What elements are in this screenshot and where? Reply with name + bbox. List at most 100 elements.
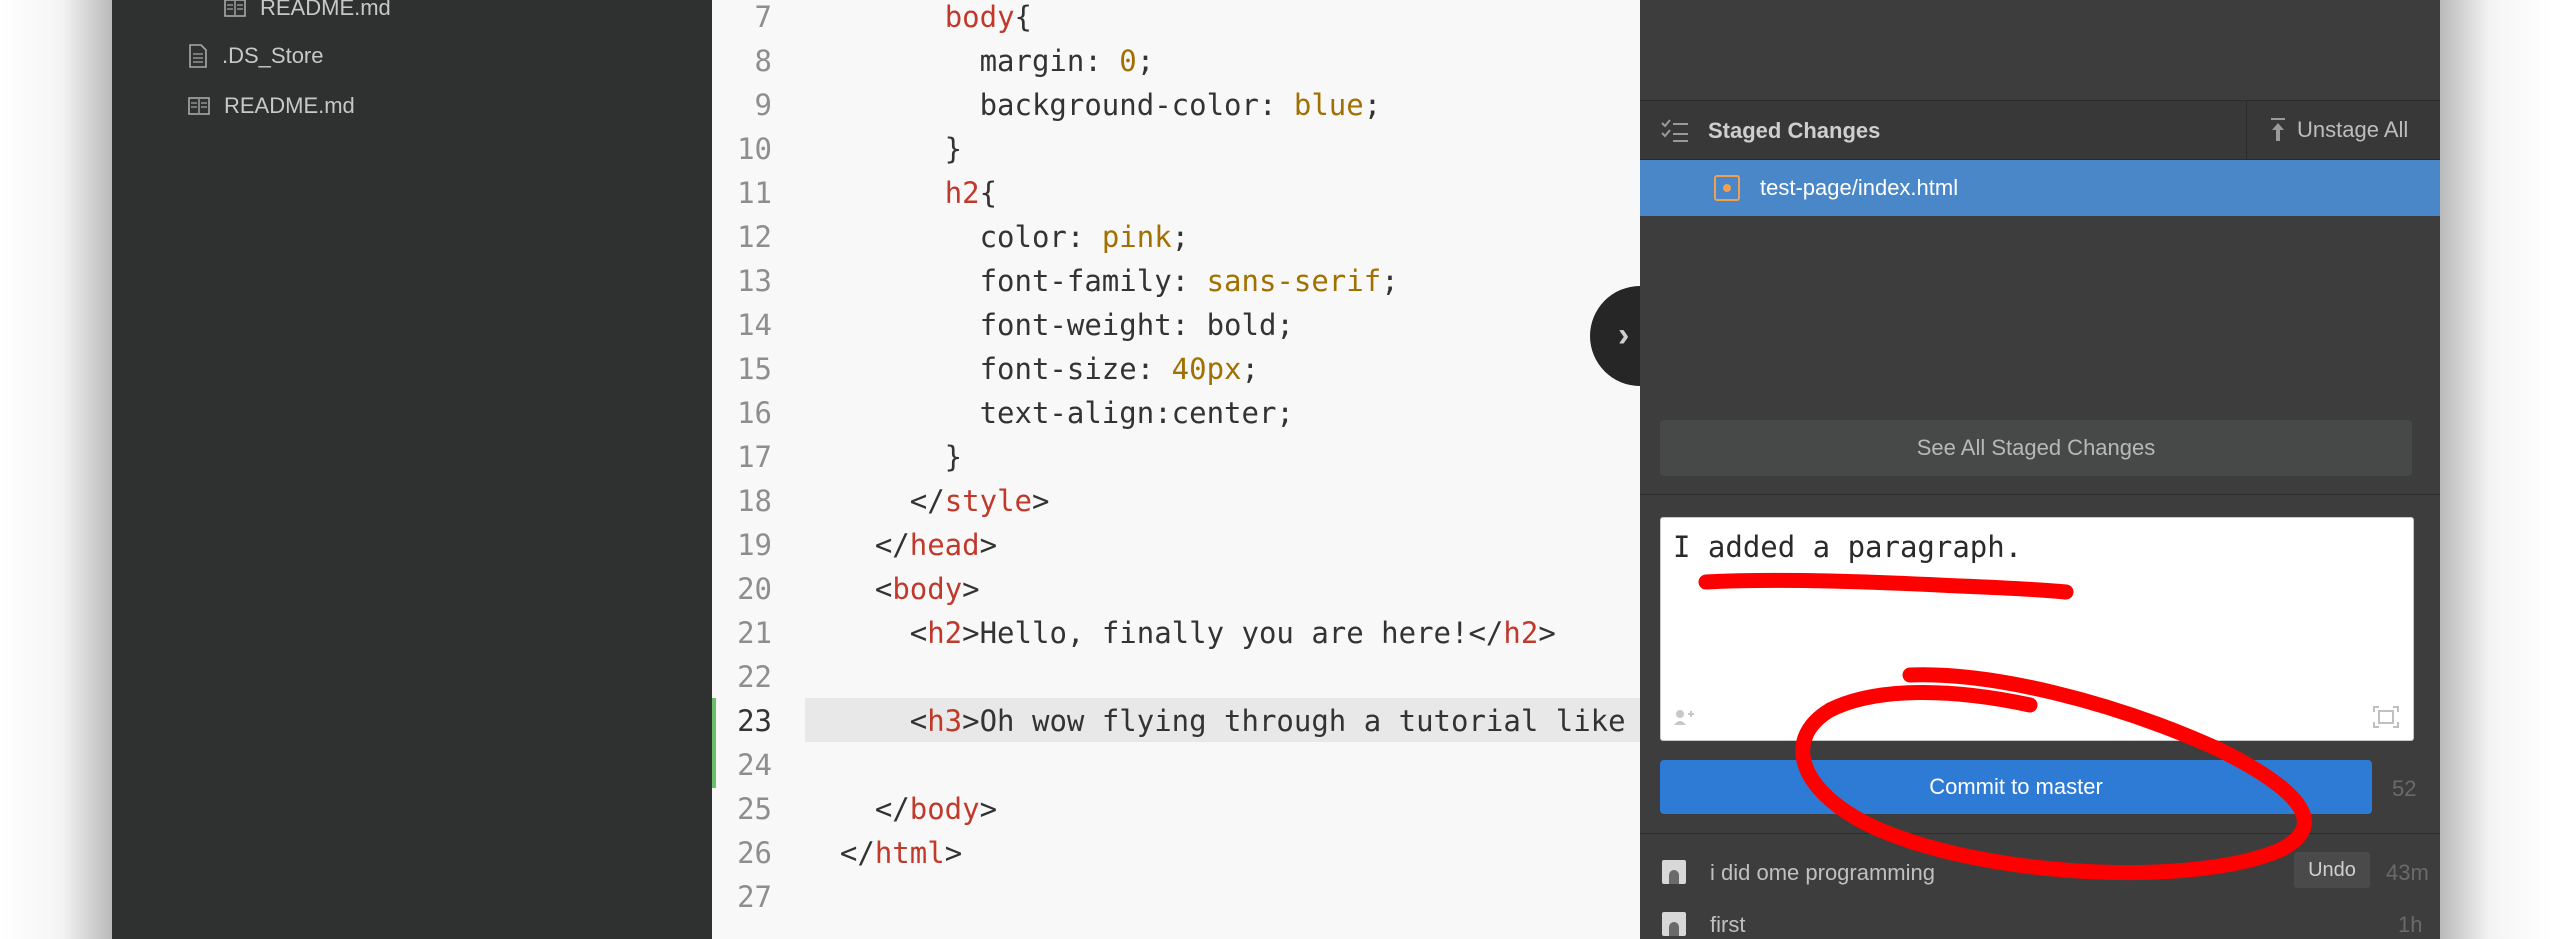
code-line[interactable]: 14 font-weight: bold;	[712, 303, 1640, 347]
code-token: style	[944, 484, 1032, 518]
code-token: >	[979, 792, 998, 826]
code-line[interactable]: 26 </html>	[712, 831, 1640, 875]
code-text: font-weight: bold;	[805, 303, 1294, 347]
see-all-staged-button[interactable]: See All Staged Changes	[1660, 420, 2412, 476]
code-token: h2	[927, 616, 963, 650]
code-line[interactable]: 27	[712, 875, 1640, 919]
divider	[1640, 833, 2440, 834]
file-tree-item[interactable]: README.md	[188, 86, 355, 126]
code-text: background-color: blue;	[805, 83, 1382, 127]
staged-file-name: test-page/index.html	[1760, 175, 1959, 200]
code-token: ;	[1381, 264, 1399, 298]
code-line[interactable]: 22	[712, 655, 1640, 699]
code-token: <	[805, 704, 928, 738]
commit-time: 1h	[2398, 912, 2423, 937]
line-number: 26	[737, 836, 772, 870]
code-text: <h3>Oh wow flying through a tutorial lik…	[805, 699, 1661, 743]
arrow-up-icon	[2271, 118, 2285, 141]
code-line[interactable]: 23 <h3>Oh wow flying through a tutorial …	[712, 699, 1660, 743]
file-tree-item[interactable]: README.md	[224, 0, 391, 28]
chevron-right-icon: ›	[1618, 316, 1630, 354]
code-line[interactable]: 17 }	[712, 435, 1640, 479]
staged-changes-header: Staged Changes Unstage All	[1640, 101, 2440, 160]
code-token: ;	[1241, 352, 1259, 386]
file-name: README.md	[260, 0, 391, 20]
code-line[interactable]: 9 background-color: blue;	[712, 83, 1640, 127]
code-line[interactable]: 12 color: pink;	[712, 215, 1640, 259]
code-line[interactable]: 13 font-family: sans-serif;	[712, 259, 1640, 303]
commit-button[interactable]: Commit to master	[1660, 760, 2372, 814]
unstage-all-button[interactable]: Unstage All	[2246, 101, 2440, 159]
line-number: 27	[737, 880, 772, 914]
avatar	[1662, 860, 1686, 884]
code-line[interactable]: 25 </body>	[712, 787, 1640, 831]
code-token: }	[805, 132, 963, 166]
commit-message-input[interactable]: I added a paragraph.	[1660, 517, 2414, 741]
code-token: head	[909, 528, 980, 562]
history-commit-row[interactable]: i did ome programming Undo 43m	[1640, 848, 2440, 898]
line-number: 23	[737, 704, 772, 738]
code-token: font-weight: bold;	[805, 308, 1294, 342]
code-token: body	[944, 0, 1015, 34]
see-all-staged-label: See All Staged Changes	[1916, 435, 2156, 460]
code-token: sans-serif	[1206, 264, 1382, 298]
file-tree-item[interactable]: .DS_Store	[188, 36, 324, 76]
code-token: </	[805, 484, 945, 518]
line-number: 9	[754, 88, 772, 122]
code-token: text-align:center;	[805, 396, 1294, 430]
staged-file-row[interactable]: test-page/index.html	[1640, 160, 2440, 216]
history-commit-row[interactable]: first 1h	[1640, 900, 2440, 939]
code-line[interactable]: 21 <h2>Hello, finally you are here!</h2>	[712, 611, 1640, 655]
code-token: {	[979, 176, 998, 210]
code-token: blue	[1293, 88, 1364, 122]
code-token: font-size:	[805, 352, 1172, 386]
code-line[interactable]: 10 }	[712, 127, 1640, 171]
line-number: 24	[737, 748, 772, 782]
line-number: 18	[737, 484, 772, 518]
code-line[interactable]: 19 </head>	[712, 523, 1640, 567]
divider	[1640, 494, 2440, 495]
file-name: README.md	[224, 93, 355, 118]
line-number: 13	[737, 264, 772, 298]
code-line[interactable]: 16 text-align:center;	[712, 391, 1640, 435]
undo-button[interactable]: Undo	[2294, 852, 2370, 888]
code-text: </style>	[805, 479, 1050, 523]
staged-changes-title: Staged Changes	[1708, 118, 1881, 143]
code-line[interactable]: 15 font-size: 40px;	[712, 347, 1640, 391]
markdown-file-icon	[224, 0, 246, 17]
character-count: 52	[2392, 776, 2417, 801]
code-line[interactable]: 24	[712, 743, 1640, 787]
code-token: ;	[1171, 220, 1190, 254]
window-shadow-right	[2440, 0, 2552, 939]
code-token: >Hello, finally you are here!</	[962, 616, 1504, 650]
commit-message-text: I added a paragraph.	[1673, 530, 2023, 564]
code-line[interactable]: 8 margin: 0;	[712, 39, 1640, 83]
code-token: font-family:	[805, 264, 1207, 298]
code-token: ;	[1136, 44, 1155, 78]
file-name: .DS_Store	[222, 43, 324, 68]
commit-summary: i did ome programming	[1710, 860, 1935, 885]
code-line[interactable]: 11 h2{	[712, 171, 1640, 215]
text-file-icon	[189, 44, 207, 68]
window-shadow-left	[0, 0, 112, 939]
add-coauthor-icon[interactable]	[1673, 708, 1695, 726]
code-token: >	[979, 528, 998, 562]
code-text: </html>	[805, 831, 962, 875]
line-number: 17	[737, 440, 772, 474]
code-token: margin:	[805, 44, 1120, 78]
code-editor[interactable]: 7 body{8 margin: 0; 9 background-color: b…	[712, 0, 1661, 939]
code-token: <	[805, 616, 928, 650]
code-token: >	[944, 836, 963, 870]
code-text: text-align:center;	[805, 391, 1294, 435]
modified-file-icon	[1714, 175, 1740, 201]
line-number: 11	[737, 176, 772, 210]
line-number: 20	[737, 572, 772, 606]
code-line[interactable]: 18 </style>	[712, 479, 1640, 523]
code-token: body	[909, 792, 980, 826]
code-line[interactable]: 7 body{	[712, 0, 1640, 39]
expand-icon[interactable]	[2373, 706, 2399, 728]
code-token: h2	[944, 176, 980, 210]
code-line[interactable]: 20 <body>	[712, 567, 1640, 611]
